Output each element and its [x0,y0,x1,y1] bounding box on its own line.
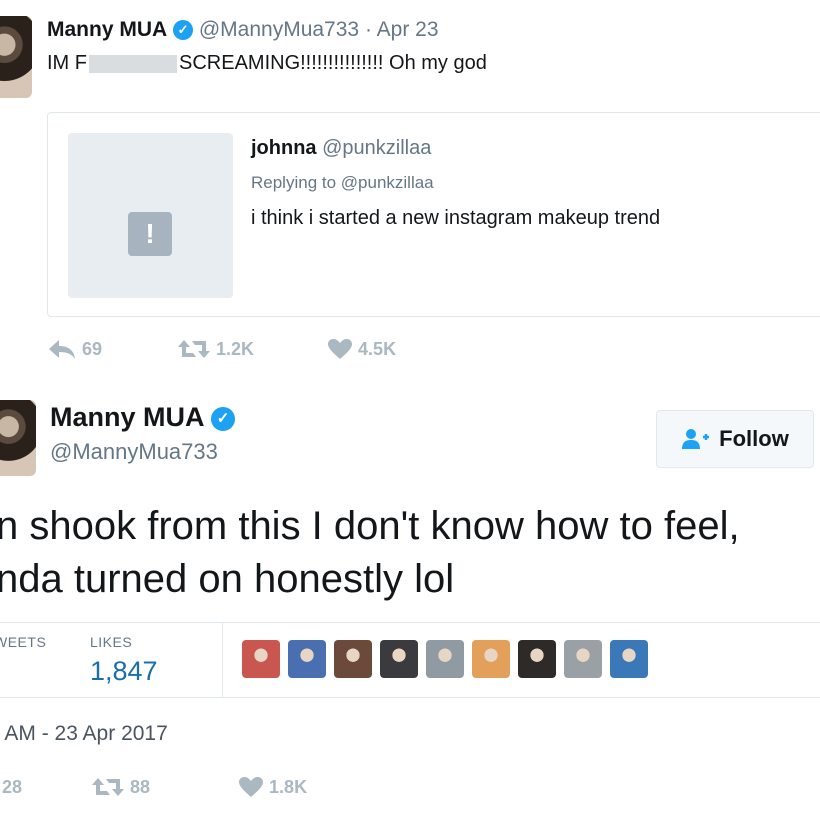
add-user-icon [682,429,710,449]
embedded-author-name[interactable]: johnna [251,137,317,159]
embedded-header: johnna @punkzillaa [251,137,431,160]
liker-avatar[interactable] [564,640,602,678]
embedded-author-handle[interactable]: @punkzillaa [322,137,431,159]
tweet-actions: 28 88 1.8K [2,776,307,798]
media-placeholder[interactable]: ! [68,133,233,298]
liker-avatar[interactable] [518,640,556,678]
author-handle[interactable]: @MannyMua733 [199,18,359,41]
like-button[interactable]: 4.5K [327,338,396,360]
reply-count: 69 [82,338,103,359]
tweet-text-start: IM F [47,52,87,74]
censor-block [89,54,177,73]
author-block: Manny MUA ✓ @MannyMua733 [50,402,236,465]
retweet-button[interactable]: 88 [91,776,233,798]
separator-dot: · [364,18,372,41]
avatar[interactable] [0,16,32,98]
likes-stat[interactable]: LIKES 1,847 [90,634,158,687]
liker-avatar[interactable] [610,640,648,678]
reply-icon [49,340,75,360]
likes-label: LIKES [90,634,133,650]
heart-icon [239,777,264,798]
reply-button[interactable]: 69 [47,338,172,360]
tweet-text: n shook from this I don't know how to fe… [0,500,740,606]
retweet-icon [178,340,211,359]
tweet-text: IM F SCREAMING!!!!!!!!!!!!!!! Oh my god [47,52,487,75]
liker-avatar[interactable] [288,640,326,678]
quoted-tweet-card[interactable]: ! johnna @punkzillaa Replying to @punkzi… [47,112,820,317]
like-count: 4.5K [358,338,397,359]
liker-avatar[interactable] [242,640,280,678]
like-count: 1.8K [269,776,308,797]
tweet-header: Manny MUA ✓ @MannyMua733 · Apr 23 [47,18,439,42]
verified-badge-icon: ✓ [211,406,236,431]
author-handle[interactable]: @MannyMua733 [50,439,235,465]
embedded-text: i think i started a new instagram makeup… [251,207,661,229]
tweet-date[interactable]: Apr 23 [377,18,439,41]
retweet-icon [92,778,125,797]
replying-to: Replying to @punkzillaa [251,173,434,192]
reply-count: 28 [2,777,23,798]
retweet-count: 88 [130,776,151,797]
retweets-stat[interactable]: WEETS [0,634,46,650]
author-name[interactable]: Manny MUA [47,18,167,41]
liker-avatar[interactable] [472,640,510,678]
divider [0,622,820,623]
likes-value: 1,847 [90,656,158,686]
avatar[interactable] [0,400,36,476]
like-button[interactable]: 1.8K [238,776,307,798]
author-line: Manny MUA ✓ [50,402,236,433]
tweet-text-end: SCREAMING!!!!!!!!!!!!!!! Oh my god [179,52,487,74]
follow-button[interactable]: Follow [656,410,814,468]
liker-avatar[interactable] [426,640,464,678]
retweet-button[interactable]: 1.2K [177,338,322,360]
reply-button[interactable]: 28 [2,776,86,798]
tweet-timestamp[interactable]: 5 AM - 23 Apr 2017 [0,722,168,746]
verified-badge-icon: ✓ [173,20,194,41]
heart-icon [328,339,353,360]
follow-label: Follow [719,426,789,451]
liker-avatar[interactable] [334,640,372,678]
retweet-count: 1.2K [216,338,255,359]
divider [0,697,820,698]
tweet-actions: 69 1.2K 4.5K [47,338,396,360]
tweet-text-line: nda turned on honestly lol [0,557,455,601]
author-name[interactable]: Manny MUA [50,402,204,432]
stats-divider [222,622,223,697]
alert-icon: ! [128,212,172,256]
liker-avatar[interactable] [380,640,418,678]
tweet-text-line: n shook from this I don't know how to fe… [0,504,740,548]
liker-avatars [242,640,648,678]
retweets-label: WEETS [0,634,47,650]
